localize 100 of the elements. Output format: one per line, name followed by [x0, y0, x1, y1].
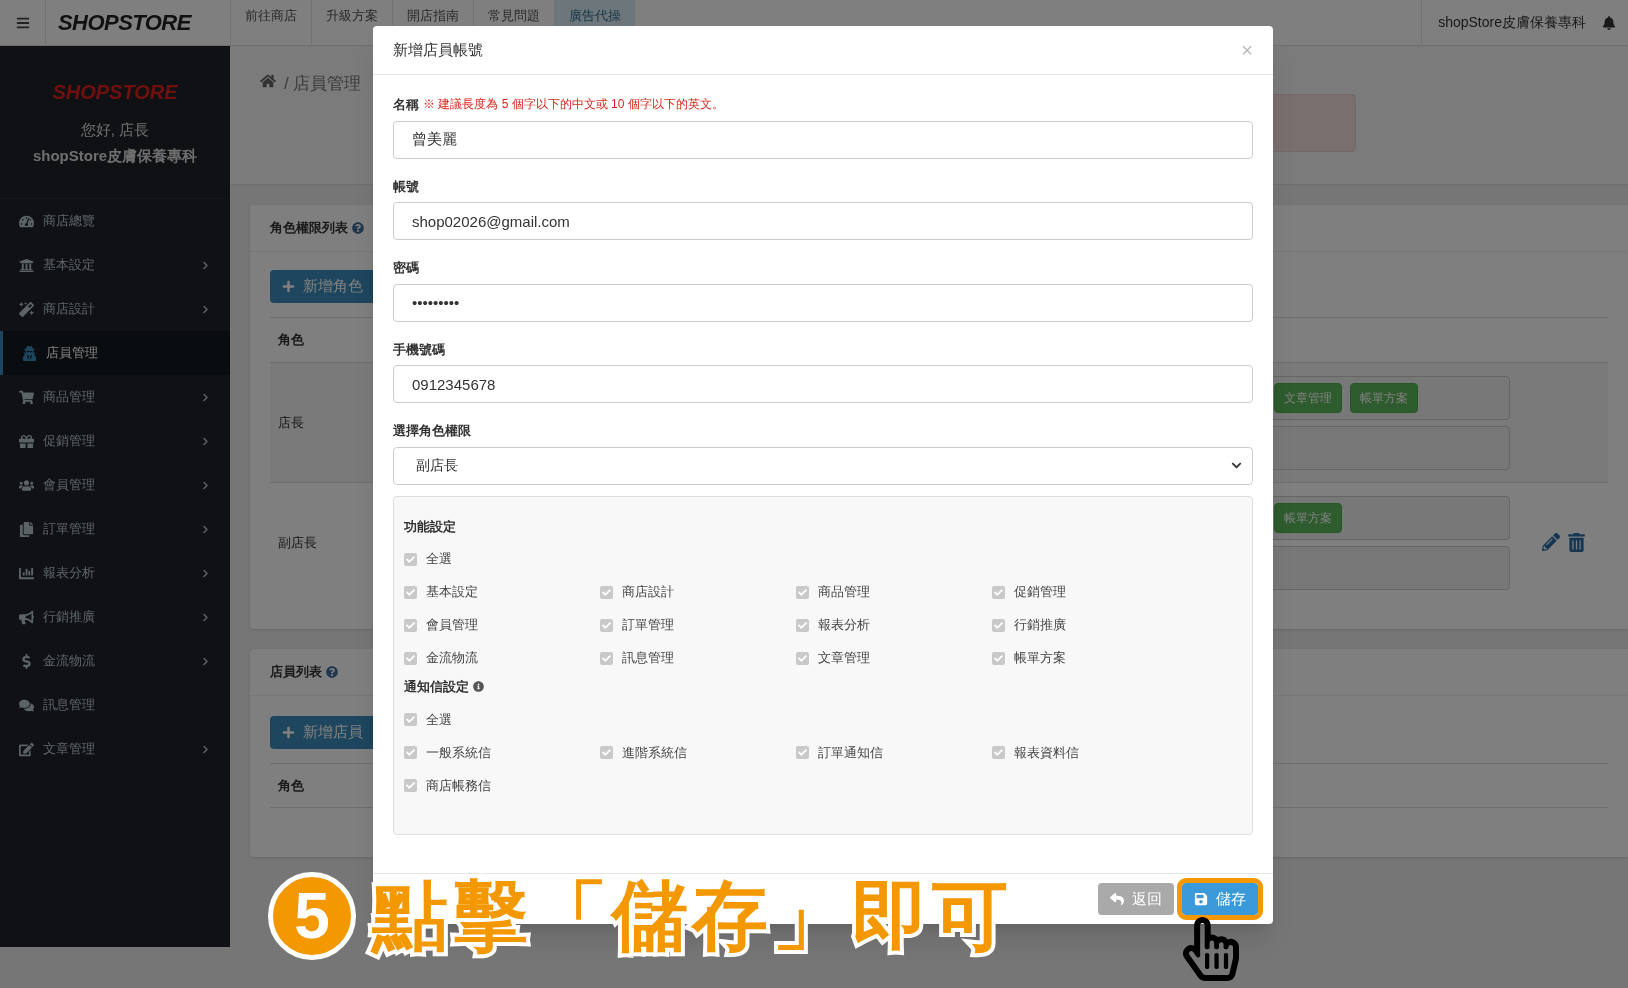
chat-icon — [18, 697, 34, 713]
text-field[interactable]: shop02026@gmail.com — [393, 202, 1253, 240]
card-title: 角色權限列表 — [270, 219, 348, 238]
checkbox-label: 促銷管理 — [1014, 583, 1066, 602]
checkbox[interactable] — [404, 651, 417, 665]
field-label: 選擇角色權限 — [393, 422, 471, 440]
text-field[interactable]: 曾美麗 — [393, 120, 1253, 159]
checkbox-label: 金流物流 — [426, 649, 478, 668]
checkbox-label: 訊息管理 — [622, 649, 674, 668]
plus-icon — [282, 726, 295, 739]
checkbox[interactable] — [796, 651, 809, 665]
checkbox-label: 基本設定 — [426, 583, 478, 602]
bank-icon — [18, 257, 34, 273]
checkbox-label: 訂單管理 — [622, 616, 674, 635]
sidebar-item-label: 訊息管理 — [43, 696, 96, 715]
text-field[interactable]: 0912345678 — [393, 365, 1253, 403]
checkbox[interactable] — [992, 651, 1005, 665]
sidebar-item[interactable]: 文章管理 — [0, 727, 230, 771]
cart-icon — [18, 389, 34, 405]
field-label: 名稱 — [393, 96, 419, 114]
store-name[interactable]: shopStore皮膚保養專科 — [1421, 0, 1602, 45]
trash-icon[interactable] — [1568, 533, 1585, 552]
sidebar-item[interactable]: 行銷推廣 — [0, 595, 230, 639]
reply-arrow-icon — [1110, 892, 1124, 906]
checkbox[interactable] — [404, 713, 417, 726]
checkbox[interactable] — [404, 779, 417, 792]
sidebar-item[interactable]: 店員管理 — [0, 331, 230, 375]
menu-icon[interactable] — [15, 15, 30, 30]
agent-icon — [21, 345, 37, 361]
checkbox[interactable] — [404, 585, 417, 599]
checkbox[interactable] — [404, 552, 417, 566]
bell-icon[interactable] — [1602, 15, 1616, 30]
checkbox-label: 行銷推廣 — [1014, 616, 1066, 635]
breadcrumb: / 店員管理 — [284, 73, 362, 95]
gift-icon — [18, 433, 34, 449]
checkbox-label: 報表分析 — [818, 616, 870, 635]
sidebar-item-label: 商店總覽 — [43, 212, 96, 231]
field-hint: ※ 建議長度為 5 個字以下的中文或 10 個字以下的英文。 — [423, 96, 724, 113]
sidebar-item[interactable]: 促銷管理 — [0, 419, 230, 463]
checkbox[interactable] — [992, 618, 1005, 632]
card-title: 店員列表 — [270, 663, 322, 682]
close-button[interactable]: × — [1241, 40, 1253, 60]
checkbox-label: 會員管理 — [426, 616, 478, 635]
checkbox[interactable] — [992, 585, 1005, 599]
checkbox[interactable] — [600, 618, 613, 632]
checkbox[interactable] — [992, 746, 1005, 759]
gauge-icon — [18, 213, 34, 229]
permission-badge: 帳單方案 — [1274, 502, 1342, 533]
sidebar-item-label: 訂單管理 — [43, 520, 96, 539]
checkbox[interactable] — [404, 618, 417, 632]
sidebar-item-label: 報表分析 — [43, 564, 96, 583]
sidebar-item-label: 文章管理 — [43, 740, 96, 759]
checkbox-label: 訂單通知信 — [818, 743, 883, 762]
greeting: 您好, 店長 — [80, 119, 150, 140]
checkbox[interactable] — [796, 618, 809, 632]
checkbox[interactable] — [600, 651, 613, 665]
checkbox[interactable] — [404, 746, 417, 759]
sidebar-item[interactable]: 訂單管理 — [0, 507, 230, 551]
checkbox[interactable] — [600, 746, 613, 759]
sidebar-item-label: 商品管理 — [43, 388, 96, 407]
field-label: 帳號 — [393, 177, 419, 196]
hand-cursor-icon — [1183, 914, 1239, 984]
checkbox[interactable] — [796, 585, 809, 599]
sidebar-item[interactable]: 商品管理 — [0, 375, 230, 419]
sidebar-item[interactable]: 報表分析 — [0, 551, 230, 595]
info-icon[interactable] — [473, 681, 484, 693]
nav-link[interactable]: 前往商店 — [230, 0, 311, 45]
help-icon[interactable] — [352, 222, 364, 234]
sidebar-item[interactable]: 會員管理 — [0, 463, 230, 507]
sidebar-item-label: 基本設定 — [43, 256, 96, 275]
checkbox[interactable] — [796, 746, 809, 759]
magic-wand-icon — [18, 301, 34, 317]
sidebar-item[interactable]: 商店設計 — [0, 287, 230, 331]
checkbox-label: 商店設計 — [622, 583, 674, 602]
field-label: 手機號碼 — [393, 340, 445, 359]
pencil-icon[interactable] — [1542, 533, 1560, 551]
permission-badge: 帳單方案 — [1350, 382, 1418, 413]
section-title: 功能設定 — [404, 517, 456, 536]
role-cell-text: 副店長 — [278, 533, 317, 552]
checkbox-label: 報表資料信 — [1014, 743, 1079, 762]
home-icon[interactable] — [260, 73, 276, 89]
section-title: 通知信設定 — [404, 678, 469, 696]
column-header: 角色 — [278, 331, 304, 350]
sidebar-item[interactable]: 商店總覽 — [0, 199, 230, 243]
column-header: 角色 — [278, 776, 304, 795]
role-select[interactable]: 副店長 — [393, 446, 1253, 485]
bar-chart-icon — [18, 565, 34, 581]
sidebar-item[interactable]: 金流物流 — [0, 639, 230, 683]
copy-icon — [18, 521, 34, 537]
checkbox[interactable] — [600, 585, 613, 599]
role-cell-text: 店長 — [278, 413, 304, 432]
permission-badge: 文章管理 — [1274, 382, 1342, 413]
sidebar-item[interactable]: 基本設定 — [0, 243, 230, 287]
checkbox-label: 進階系統信 — [622, 743, 687, 762]
megaphone-icon — [18, 609, 34, 625]
text-field[interactable]: ••••••••• — [393, 283, 1253, 322]
step-number-badge: 5 — [268, 872, 356, 960]
sidebar-item-label: 店員管理 — [46, 344, 99, 363]
help-icon[interactable] — [326, 666, 338, 678]
sidebar-item[interactable]: 訊息管理 — [0, 683, 230, 727]
